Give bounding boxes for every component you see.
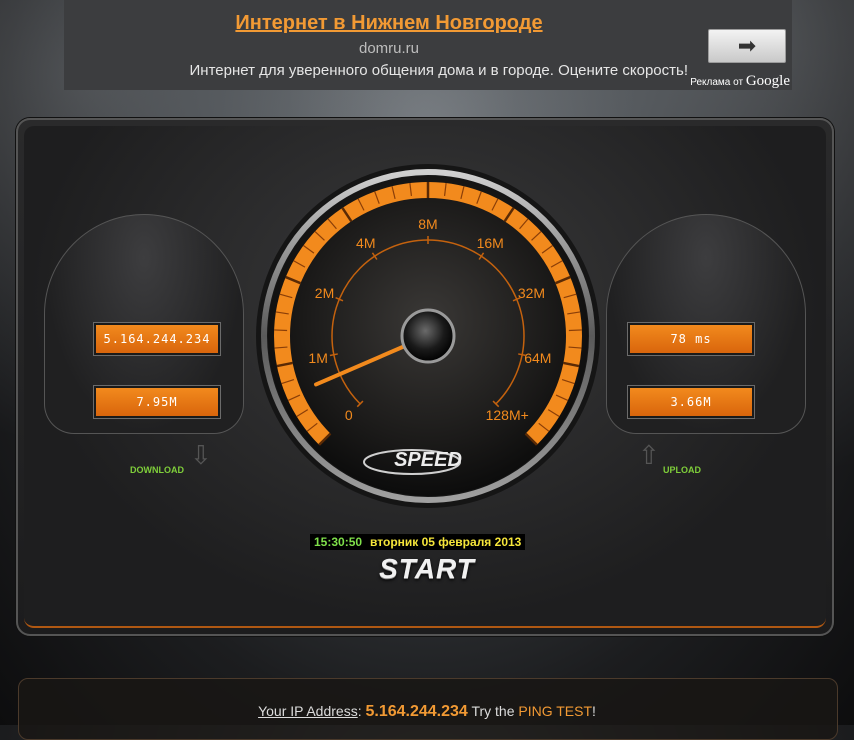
ads-label: Реклама от xyxy=(690,77,744,88)
ad-url[interactable]: domru.ru xyxy=(64,40,714,57)
gauge-tick xyxy=(274,329,288,332)
gauge-scale-label: 32M xyxy=(518,285,545,301)
footer-ip: 5.164.244.234 xyxy=(365,703,468,720)
gauge-scale-label: 128M+ xyxy=(486,407,529,423)
gauge-scale-label: 2M xyxy=(315,285,334,301)
download-speed-display: 7.95M xyxy=(94,386,220,418)
ad-description-text: Интернет для уверенного общения дома и в… xyxy=(189,62,689,79)
ip-display: 5.164.244.234 xyxy=(94,323,220,355)
gauge-scale-label: 4M xyxy=(356,235,375,251)
gauge-svg: 0 1M 2M 4M 8M 16M 32M 64M 128M+ SPEED xyxy=(256,164,600,508)
try-the-text: Try the xyxy=(471,703,515,719)
ad-banner[interactable]: Интернет в Нижнем Новгороде domru.ru Инт… xyxy=(64,0,792,90)
speed-logo-text: SPEED xyxy=(394,449,462,471)
gauge-scale-label: 1M xyxy=(308,350,327,366)
google-logo: Google xyxy=(745,73,790,89)
gauge-tick xyxy=(568,329,582,332)
speed-gauge: 0 1M 2M 4M 8M 16M 32M 64M 128M+ SPEED xyxy=(252,160,604,512)
upload-label: UPLOAD xyxy=(663,465,701,475)
ads-by-google[interactable]: Реклама от Google xyxy=(690,73,790,90)
gauge-scale-label: 8M xyxy=(418,216,437,232)
download-label: DOWNLOAD xyxy=(130,465,184,475)
gauge-scale-label: 64M xyxy=(524,350,551,366)
download-arrow-icon: ⇩ xyxy=(190,440,212,470)
start-button[interactable]: START xyxy=(352,553,502,585)
your-ip-link[interactable]: Your IP Address xyxy=(258,703,358,719)
ping-display: 78 ms xyxy=(628,323,754,355)
ad-arrow-button[interactable]: ➡ xyxy=(708,29,786,63)
clock-time: 15:30:50 xyxy=(314,535,363,549)
ad-title-link[interactable]: Интернет в Нижнем Новгороде xyxy=(64,12,714,35)
ping-test-link[interactable]: PING TEST xyxy=(518,703,592,719)
ad-description: Интернет для уверенного общения дома и в… xyxy=(64,62,689,79)
datetime-display: 15:30:50 вторник 05 февраля 2013 xyxy=(310,534,526,550)
gauge-hub xyxy=(400,308,456,364)
gauge-scale-label: 16M xyxy=(477,235,504,251)
excl: ! xyxy=(592,703,596,719)
ip-info-line: Your IP Address: 5.164.244.234 Try the P… xyxy=(258,703,596,720)
clock-date: вторник 05 февраля 2013 xyxy=(370,535,522,549)
upload-arrow-icon: ⇧ xyxy=(638,440,660,470)
upload-speed-display: 3.66M xyxy=(628,386,754,418)
gauge-scale-label: 0 xyxy=(345,407,353,423)
